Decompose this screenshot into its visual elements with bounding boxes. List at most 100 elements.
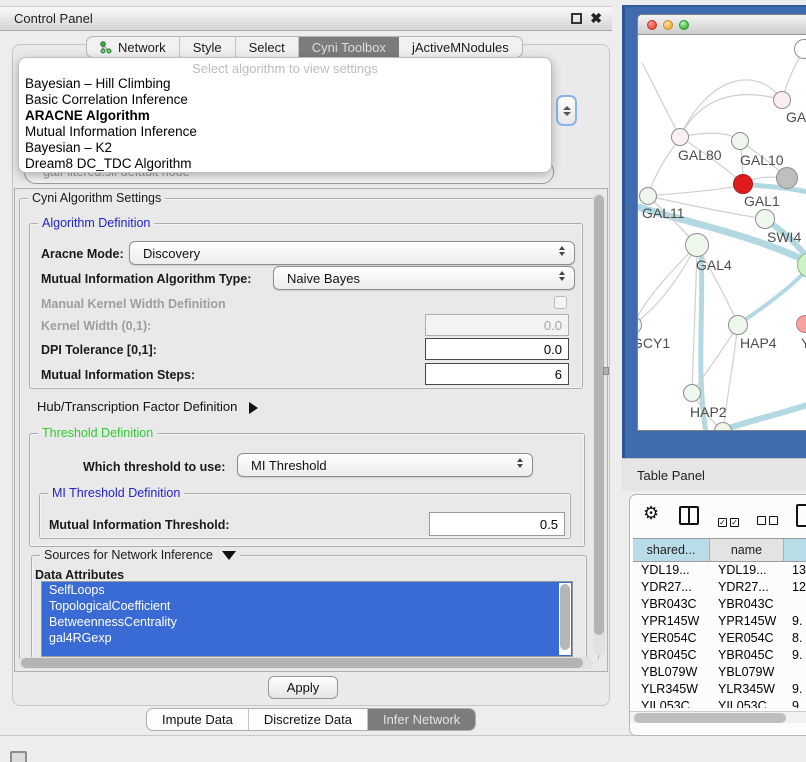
aracne-mode-combo[interactable]: Discovery — [129, 241, 575, 265]
bottom-tabbar: Impute Data Discretize Data Infer Networ… — [146, 708, 476, 731]
node-label: GAL80 — [678, 147, 722, 163]
attribute-item[interactable]: gal4RGexp — [42, 630, 572, 646]
tab-network[interactable]: Network — [87, 37, 180, 57]
settings-horizontal-scrollbar[interactable] — [19, 657, 593, 669]
network-node-gal80[interactable] — [671, 128, 689, 146]
deselect-all-icon[interactable] — [757, 512, 781, 530]
table-panel-header: Table Panel — [622, 458, 806, 491]
table-hscroll-thumb[interactable] — [634, 713, 786, 723]
column-visibility-icon[interactable] — [679, 506, 699, 525]
network-node-swi4[interactable] — [755, 209, 775, 229]
column-header-name[interactable]: name — [710, 539, 784, 561]
tab-select-label: Select — [249, 40, 285, 55]
algorithm-option[interactable]: Bayesian – Hill Climbing — [19, 76, 551, 92]
algorithm-option-selected[interactable]: ARACNE Algorithm — [19, 108, 551, 124]
network-window[interactable]: GAL GAL80 GAL10 GAL1 GAL11 SWI4 GAL4 GCY… — [637, 14, 806, 431]
table-row[interactable]: YBR043CYBR043C — [633, 596, 806, 613]
settings-vertical-scrollbar[interactable] — [593, 193, 605, 655]
attribute-item[interactable]: SelfLoops — [42, 582, 572, 598]
tab-discretize-data[interactable]: Discretize Data — [249, 709, 368, 730]
table-row[interactable]: YBR045CYBR045C9. — [633, 647, 806, 664]
table-row[interactable]: YLR345WYLR345W9. — [633, 681, 806, 698]
network-node-gal4[interactable] — [685, 233, 709, 257]
network-node-gal11[interactable] — [639, 187, 657, 205]
attribute-item[interactable]: BetweennessCentrality — [42, 614, 572, 630]
algorithm-option[interactable]: Bayesian – K2 — [19, 140, 551, 156]
mi-steps-field[interactable]: 6 — [425, 363, 569, 385]
which-threshold-label: Which threshold to use: — [83, 460, 225, 474]
column-header-shared-name[interactable]: shared... — [633, 539, 710, 561]
mi-type-combo[interactable]: Naive Bayes — [273, 266, 575, 290]
threshold-definition-title: Threshold Definition — [38, 426, 157, 440]
manual-kernel-checkbox[interactable] — [554, 296, 567, 309]
zoom-traffic-light-icon[interactable] — [679, 20, 689, 30]
hub-definition-expander[interactable]: Hub/Transcription Factor Definition — [37, 399, 258, 414]
algorithm-option[interactable]: Dream8 DC_TDC Algorithm — [19, 156, 551, 172]
tab-infer-network[interactable]: Infer Network — [368, 709, 475, 730]
cell: YER054C — [710, 630, 784, 647]
node-label: GCY1 — [638, 335, 670, 351]
node-table: shared... name YDL19...YDL19...13 YDR27.… — [633, 538, 806, 708]
table-row[interactable]: YBL079WYBL079W — [633, 664, 806, 681]
tab-select[interactable]: Select — [236, 37, 299, 57]
network-window-titlebar[interactable] — [638, 15, 806, 35]
table-horizontal-scrollbar[interactable] — [630, 711, 806, 723]
tab-jactivemnodules[interactable]: jActiveMNodules — [399, 37, 522, 57]
algorithm-option[interactable]: Basic Correlation Inference — [19, 92, 551, 108]
attributes-scrollbar[interactable] — [559, 583, 571, 655]
settings-vscroll-thumb[interactable] — [594, 195, 604, 635]
network-node-hap2[interactable] — [683, 384, 701, 402]
apply-button[interactable]: Apply — [268, 676, 338, 699]
splitpane-grip[interactable] — [603, 367, 609, 375]
tab-jactivemnodules-label: jActiveMNodules — [412, 40, 509, 55]
settings-hscroll-thumb[interactable] — [21, 658, 583, 668]
kernel-width-field[interactable]: 0.0 — [425, 314, 569, 336]
network-tab-icon — [100, 41, 112, 54]
tab-impute-data[interactable]: Impute Data — [147, 709, 249, 730]
attribute-item[interactable]: TopologicalCoefficient — [42, 598, 572, 614]
network-node-gray[interactable] — [776, 167, 798, 189]
which-threshold-combo[interactable]: MI Threshold — [237, 453, 533, 477]
network-canvas[interactable]: GAL GAL80 GAL10 GAL1 GAL11 SWI4 GAL4 GCY… — [638, 35, 806, 431]
combo-spinner-icon — [559, 246, 565, 256]
network-node-gal-top[interactable] — [773, 91, 791, 109]
tab-style[interactable]: Style — [180, 37, 236, 57]
close-traffic-light-icon[interactable] — [647, 20, 657, 30]
float-window-icon[interactable] — [571, 13, 582, 24]
cell: YBR043C — [710, 596, 784, 613]
column-header-partial[interactable] — [784, 539, 806, 561]
table-row-partial[interactable]: YIL053CYIL053C9 — [633, 698, 806, 708]
control-panel-tabbar: Network Style Select Cyni Toolbox jActiv… — [86, 36, 523, 58]
table-row[interactable]: YER054CYER054C8. — [633, 630, 806, 647]
table-row[interactable]: YPR145WYPR145W9. — [633, 613, 806, 630]
export-table-icon[interactable] — [796, 504, 806, 527]
dpi-tolerance-field[interactable]: 0.0 — [425, 338, 569, 360]
cell — [784, 596, 806, 613]
cell: YPR145W — [710, 613, 784, 630]
cyni-algorithm-settings-title: Cyni Algorithm Settings — [28, 191, 165, 205]
network-node-hap4[interactable] — [728, 315, 748, 335]
select-all-icon[interactable]: ✓✓ — [718, 512, 742, 530]
tab-cyni-toolbox[interactable]: Cyni Toolbox — [299, 37, 399, 57]
cell: YBL079W — [633, 664, 710, 681]
algorithm-combo-spinner[interactable] — [556, 95, 577, 126]
network-node-gal10[interactable] — [731, 132, 749, 150]
cell: 9 — [784, 698, 806, 708]
gear-icon[interactable]: ⚙ — [643, 503, 659, 524]
attribute-item-partial — [42, 646, 572, 656]
close-icon[interactable]: ✖ — [590, 13, 602, 24]
collapse-down-icon[interactable] — [222, 551, 236, 560]
mi-threshold-field[interactable]: 0.5 — [429, 512, 565, 536]
attributes-scrollbar-thumb[interactable] — [560, 584, 570, 650]
collapsed-corner-button[interactable] — [10, 751, 27, 762]
data-attributes-list[interactable]: SelfLoops TopologicalCoefficient Between… — [41, 581, 573, 657]
tab-infer-network-label: Infer Network — [383, 712, 460, 727]
minimize-traffic-light-icon[interactable] — [663, 20, 673, 30]
network-node-gal1-red[interactable] — [733, 174, 753, 194]
table-row[interactable]: YDL19...YDL19...13 — [633, 562, 806, 579]
node-label: GAL — [786, 109, 806, 125]
table-header-row: shared... name — [633, 538, 806, 562]
cell: 9. — [784, 647, 806, 664]
algorithm-option[interactable]: Mutual Information Inference — [19, 124, 551, 140]
table-row[interactable]: YDR27...YDR27...12 — [633, 579, 806, 596]
